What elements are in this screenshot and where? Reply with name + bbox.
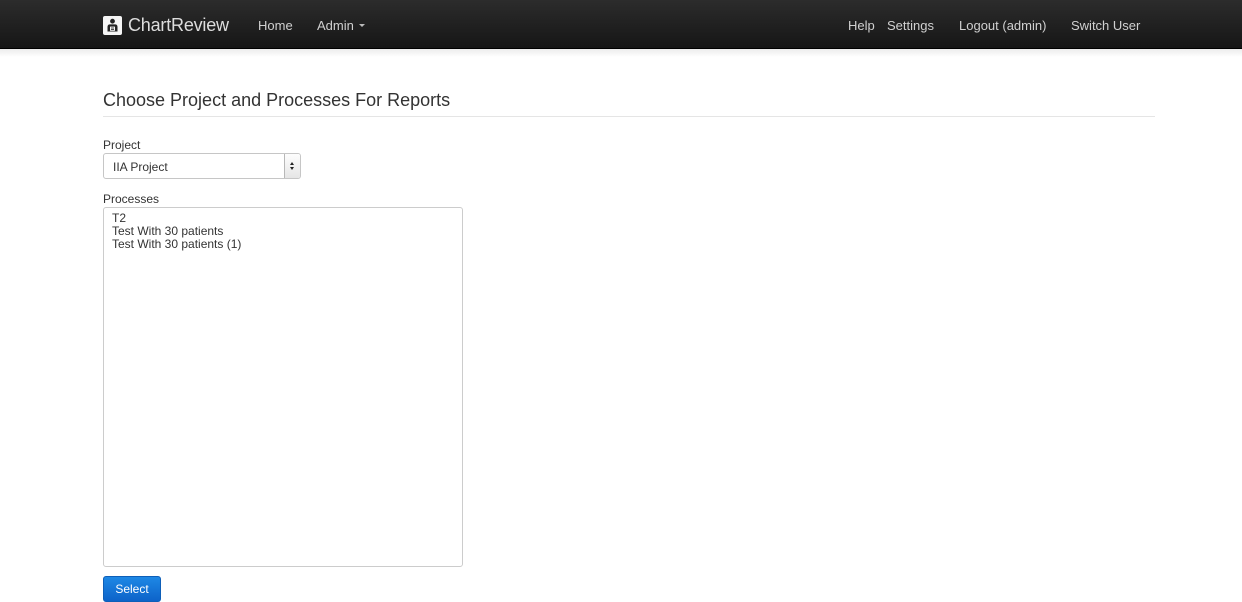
patient-chart-icon <box>103 15 122 35</box>
nav-admin-label: Admin <box>317 18 354 33</box>
nav-switch-user[interactable]: Switch User <box>1071 18 1140 34</box>
project-label: Project <box>103 138 141 152</box>
brand-link[interactable]: ChartReview <box>103 14 229 36</box>
processes-label: Processes <box>103 192 160 206</box>
brand-name: ChartReview <box>128 14 229 35</box>
select-button[interactable]: Select <box>103 576 161 602</box>
nav-settings[interactable]: Settings <box>887 18 934 34</box>
select-arrows-icon <box>284 154 300 178</box>
navbar-shadow <box>0 49 1242 57</box>
project-select-value: IIA Project <box>113 160 168 174</box>
top-navbar: ChartReview Home Admin Help Settings Log… <box>0 0 1242 49</box>
caret-down-icon <box>358 24 365 27</box>
project-select[interactable]: IIA Project <box>103 153 301 179</box>
nav-home[interactable]: Home <box>258 18 293 34</box>
nav-help[interactable]: Help <box>848 18 875 34</box>
title-divider <box>103 116 1155 117</box>
nav-logout[interactable]: Logout (admin) <box>959 18 1046 34</box>
processes-listbox[interactable]: T2 Test With 30 patients Test With 30 pa… <box>103 207 463 567</box>
nav-admin-dropdown[interactable]: Admin <box>317 18 365 34</box>
process-option[interactable]: Test With 30 patients (1) <box>112 238 462 251</box>
page-title: Choose Project and Processes For Reports <box>103 90 451 110</box>
